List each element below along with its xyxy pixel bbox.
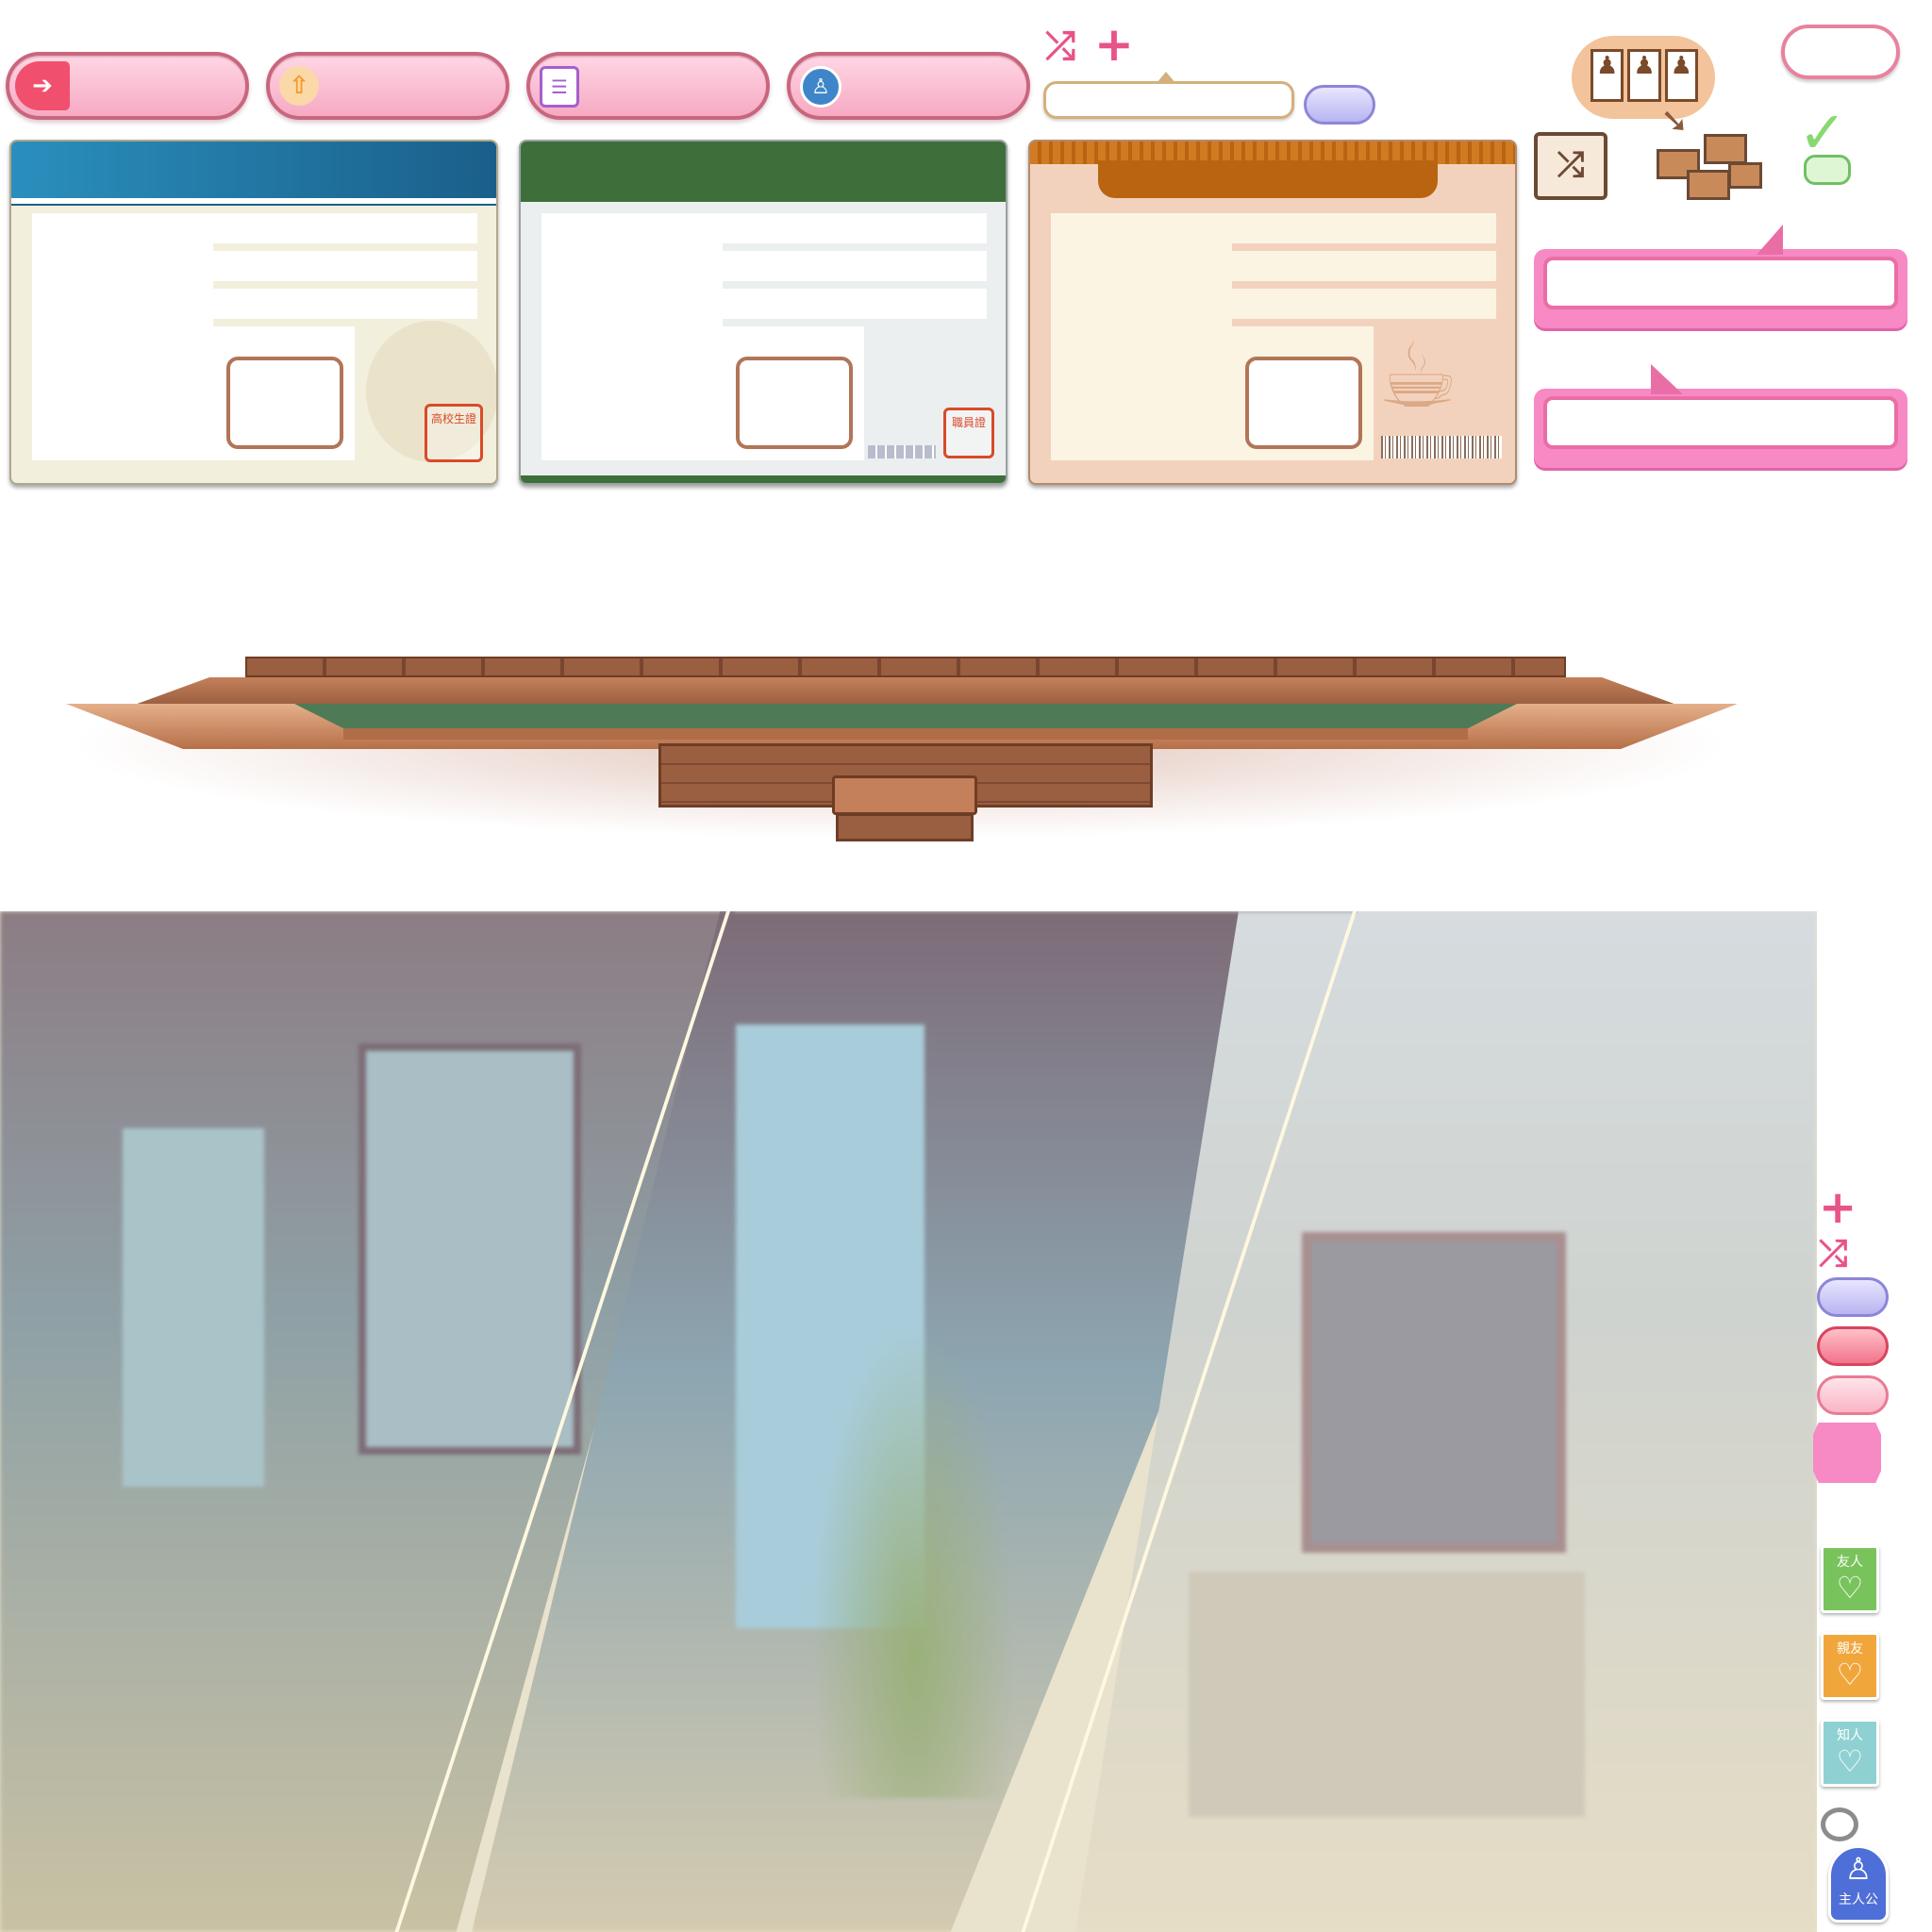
barcode [1381,436,1502,458]
info-line [213,213,477,243]
speech-bubble-right [1534,249,1907,328]
signature-frame [1245,357,1362,449]
school-seal: 高校生證 [425,404,483,462]
student-id-card: 高校生證 [9,140,498,485]
info-line [1232,213,1496,243]
person-icon: ♙ [1844,1851,1873,1887]
relation-label: 友人 [1837,1555,1863,1570]
barcode [868,445,936,458]
heart-icon: ♡ [1836,1570,1864,1606]
building-sign [1189,1572,1585,1817]
info-line [213,251,477,281]
profile-book-button[interactable]: ☰ [526,52,770,120]
protagonist-badge[interactable]: ♙ 主人公 [1828,1845,1889,1923]
character-button[interactable]: ♙ [787,52,1030,120]
login-button[interactable]: ➔ [6,52,249,120]
heart-icon: ♡ [1836,1743,1864,1779]
shuffle-icon[interactable]: ⤮ [1819,1232,1847,1274]
shuffle-box-icon: ⤮ [1534,132,1607,200]
employee-id-card: 職員證 [519,140,1008,485]
upload-button[interactable]: ⇧ [266,52,509,120]
chalkboard [294,704,1517,728]
counter-top [132,677,1679,706]
photo-area [1051,213,1232,460]
photo-area [541,213,723,460]
keychain-ring-icon [1821,1807,1858,1841]
window-pane [123,1128,264,1487]
shuffle-icon[interactable]: ⤮ [1045,25,1075,68]
plus-icon[interactable]: + [1819,1181,1857,1234]
bubble-tail [1757,225,1783,255]
counter-step-base [836,813,974,841]
card-header [521,142,1006,202]
info-line [1232,251,1496,281]
bubble-text-area [1543,396,1898,449]
plus-icon[interactable]: + [1094,17,1134,72]
contact-book-icon: ☰ [540,66,579,108]
company-seal: 職員證 [943,408,994,458]
bubble-tail [1651,364,1683,394]
counter-step [832,775,977,815]
relation-label: 知人 [1837,1728,1863,1743]
group-photo-icon: ♟ ♟ ♟ [1591,49,1698,102]
light-pink-button[interactable] [1817,1375,1889,1415]
bubble-text-area [1543,257,1898,309]
upload-icon: ⇧ [279,66,319,106]
card-header [11,142,496,204]
card-tab [1098,160,1438,198]
protagonist-label: 主人公 [1839,1892,1878,1907]
person-icon: ♙ [800,66,841,108]
photo-area [32,213,213,460]
signature-frame [226,357,343,449]
scene-background [0,911,1817,1932]
input-notch [1157,72,1175,83]
info-line [723,251,987,281]
coffee-cup-icon: ☕ [1377,323,1459,428]
relation-label: 親友 [1837,1641,1863,1657]
info-line [723,289,987,319]
signature-frame [736,357,853,449]
small-speech-bubble [1781,25,1900,79]
heart-icon: ♡ [1836,1657,1864,1692]
plant [811,1326,1019,1798]
relation-friend[interactable]: 友人 ♡ [1821,1545,1879,1613]
building-door [1302,1232,1566,1553]
lavender-button[interactable] [1304,85,1375,125]
counter-base [343,728,1468,740]
name-input[interactable] [1043,81,1294,119]
info-line [1232,289,1496,319]
counter-roof [245,657,1566,677]
cafe-member-card: ☕ [1028,140,1517,485]
card-footer [521,475,1006,483]
pink-badge [1813,1423,1881,1483]
window-pane [358,1043,581,1455]
green-cup-icon [1804,155,1851,185]
speech-bubble-left [1534,389,1907,468]
arrow-icon: ➘ [1660,102,1690,141]
login-icon: ➔ [15,61,70,110]
relation-acquaintance[interactable]: 知人 ♡ [1821,1719,1879,1787]
info-line [723,213,987,243]
coral-button[interactable] [1817,1326,1889,1366]
info-line [213,289,477,319]
lavender-button[interactable] [1817,1277,1889,1317]
relation-best-friend[interactable]: 親友 ♡ [1821,1632,1879,1700]
